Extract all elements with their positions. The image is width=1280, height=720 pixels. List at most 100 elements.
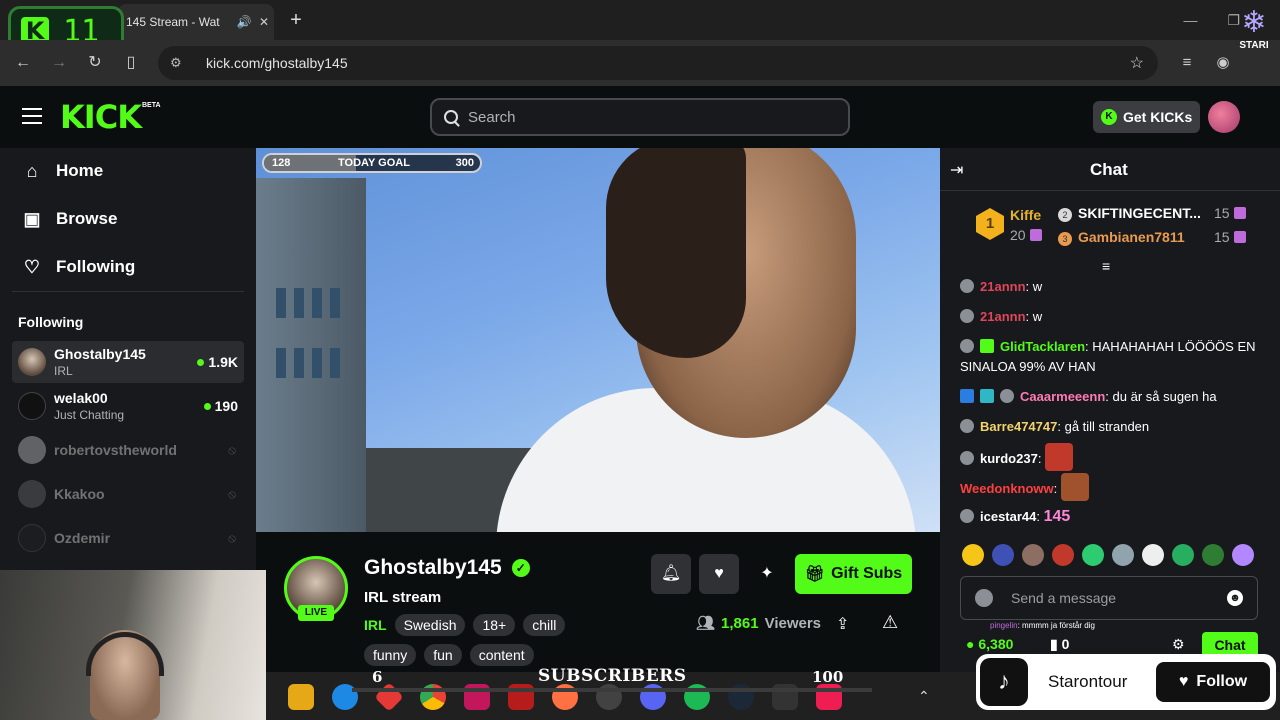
expand-leaderboard-icon[interactable]: ≡	[1102, 258, 1110, 274]
chat-username[interactable]: 21annn	[980, 309, 1026, 324]
category-link[interactable]: IRL	[364, 617, 387, 633]
back-icon[interactable]: ←	[12, 52, 34, 74]
reply-text: mmmm ja förstår dig	[1022, 621, 1095, 630]
channel-avatar	[18, 436, 46, 464]
emote-icon[interactable]	[992, 544, 1014, 566]
tiktok-follow-button[interactable]: ♥ Follow	[1156, 662, 1270, 702]
gifter-row-3[interactable]: 3 Gambianen7811	[1058, 229, 1185, 247]
gift-subs-button[interactable]: 🎁︎ Gift Subs	[795, 554, 912, 594]
chat-message: kurdo237:	[960, 443, 1260, 471]
gift-sub-icon	[1233, 207, 1246, 219]
community-logo: ❄ STARI	[1232, 6, 1276, 66]
channel-points[interactable]: ● 6,380	[966, 636, 1013, 652]
user-badge-icon	[960, 279, 974, 293]
follow-label: Follow	[1196, 673, 1248, 690]
site-info-icon[interactable]: ⚙	[170, 55, 192, 71]
follow-heart-button[interactable]: ♥	[699, 554, 739, 594]
chat-username[interactable]: icestar44	[980, 509, 1036, 524]
sidebar-channel-robertovstheworld[interactable]: robertovstheworld ⦸	[12, 429, 244, 471]
channel-avatar	[18, 348, 46, 376]
menu-icon[interactable]	[22, 108, 42, 126]
minimize-icon[interactable]: —	[1183, 12, 1197, 28]
close-tab-icon[interactable]: ✕	[254, 15, 274, 29]
sidebar-channel-welak00[interactable]: welak00 Just Chatting 190	[12, 385, 244, 427]
tag-chip[interactable]: 18+	[473, 614, 516, 636]
user-badge-icon	[960, 309, 974, 323]
verified-icon: ✓	[511, 559, 530, 577]
emote-icon[interactable]	[1112, 544, 1134, 566]
nav-browse[interactable]: ▣ Browse	[22, 205, 117, 233]
get-kicks-button[interactable]: K Get KICKs	[1093, 101, 1200, 133]
trophy-icon: ▮	[1050, 636, 1058, 652]
gifter-row-2[interactable]: 2 SKIFTINGECENT...	[1058, 205, 1201, 223]
speaker-icon[interactable]: 🔊	[234, 15, 254, 29]
chat-text: gå till stranden	[1064, 419, 1150, 434]
webcam-headphones	[86, 632, 164, 676]
sidebar-channel-ghostalby145[interactable]: Ghostalby145 IRL 1.9K	[12, 341, 244, 383]
live-dot	[197, 358, 205, 366]
search-icon	[444, 110, 458, 124]
sidebar-channel-kkakoo[interactable]: Kkakoo ⦸	[12, 473, 244, 515]
tag-chip[interactable]: content	[469, 644, 534, 666]
video-person-hair	[606, 148, 746, 358]
notification-bell-button[interactable]: 🔔︎	[651, 554, 691, 594]
file-explorer-icon[interactable]	[288, 684, 314, 710]
chat-username[interactable]: Weedonknoww	[960, 481, 1054, 496]
top-gifter-name[interactable]: Kiffe	[1010, 207, 1041, 223]
tag-chip[interactable]: funny	[364, 644, 417, 666]
sparkle-icon: ✦	[760, 565, 774, 582]
bookmark-star-icon[interactable]: ☆	[1130, 53, 1144, 73]
collapse-chat-icon[interactable]: ⇥	[950, 160, 963, 180]
chat-settings-icon[interactable]: ⚙	[1172, 636, 1185, 653]
channel-category: Just Chatting	[54, 408, 125, 422]
emote-icon[interactable]	[1022, 544, 1044, 566]
offline-icon: ⦸	[228, 442, 236, 457]
emote-icon[interactable]	[1172, 544, 1194, 566]
address-bar[interactable]: ⚙ kick.com/ghostalby145 ☆	[158, 46, 1158, 80]
new-tab-button[interactable]: +	[284, 8, 308, 32]
emote-icon[interactable]	[962, 544, 984, 566]
nav-following[interactable]: ♡ Following	[22, 253, 135, 281]
video-player[interactable]	[256, 148, 940, 532]
tag-chip[interactable]: fun	[424, 644, 462, 666]
kick-logo[interactable]: KICK	[60, 98, 142, 136]
tray-chevron-icon[interactable]: ⌃	[918, 688, 930, 705]
emote-icon[interactable]	[1082, 544, 1104, 566]
reload-icon[interactable]: ↻	[84, 52, 106, 74]
nav-home[interactable]: ⌂ Home	[22, 157, 104, 185]
report-warning-icon[interactable]: ⚠	[882, 612, 898, 633]
media-control-icon[interactable]: ≡	[1176, 52, 1198, 74]
chat-message: Weedonknoww:	[960, 473, 1260, 501]
channel-name[interactable]: Ghostalby145	[364, 556, 502, 580]
channel-name: robertovstheworld	[54, 442, 177, 458]
emote-icon[interactable]	[1142, 544, 1164, 566]
user-avatar[interactable]	[1208, 101, 1240, 133]
chat-username[interactable]: 21annn	[980, 279, 1026, 294]
browser-tab[interactable]: 145 Stream - Wat 🔊 ✕	[118, 4, 274, 40]
emote-icon[interactable]	[1202, 544, 1224, 566]
today-goal-bar: 128 TODAY GOAL 300	[262, 153, 482, 173]
sidebar-channel-ozdemir[interactable]: Ozdemir ⦸	[12, 517, 244, 559]
profile-icon[interactable]: ◉	[1212, 52, 1234, 74]
emote-icon[interactable]	[1232, 544, 1254, 566]
chat-username[interactable]: Barre474747	[980, 419, 1057, 434]
emote-icon[interactable]	[1052, 544, 1074, 566]
forward-icon[interactable]: →	[48, 52, 70, 74]
channel-name: Ghostalby145	[54, 346, 146, 362]
side-panel-icon[interactable]: ▯	[120, 52, 142, 74]
live-badge: LIVE	[298, 605, 334, 621]
share-icon[interactable]: ⇪	[836, 614, 849, 634]
gift-sub-icon	[1233, 231, 1246, 243]
chat-username[interactable]: Caaarmeeenn	[1020, 389, 1105, 404]
live-dot	[203, 402, 211, 410]
chat-username[interactable]: GlidTacklaren	[1000, 339, 1085, 354]
chat-username[interactable]: kurdo237	[980, 451, 1038, 466]
search-input[interactable]: Search	[430, 98, 850, 136]
tag-chip[interactable]: chill	[523, 614, 566, 636]
sparkle-button[interactable]: ✦	[747, 554, 787, 594]
tiktok-follow-overlay: ♪ Starontour ♥ Follow	[976, 654, 1276, 710]
chat-message-input[interactable]: Send a message ☻	[960, 576, 1258, 620]
tag-chip[interactable]: Swedish	[394, 614, 466, 636]
gift-icon: 🎁︎	[804, 566, 826, 583]
emoji-picker-icon[interactable]: ☻	[1227, 590, 1243, 606]
